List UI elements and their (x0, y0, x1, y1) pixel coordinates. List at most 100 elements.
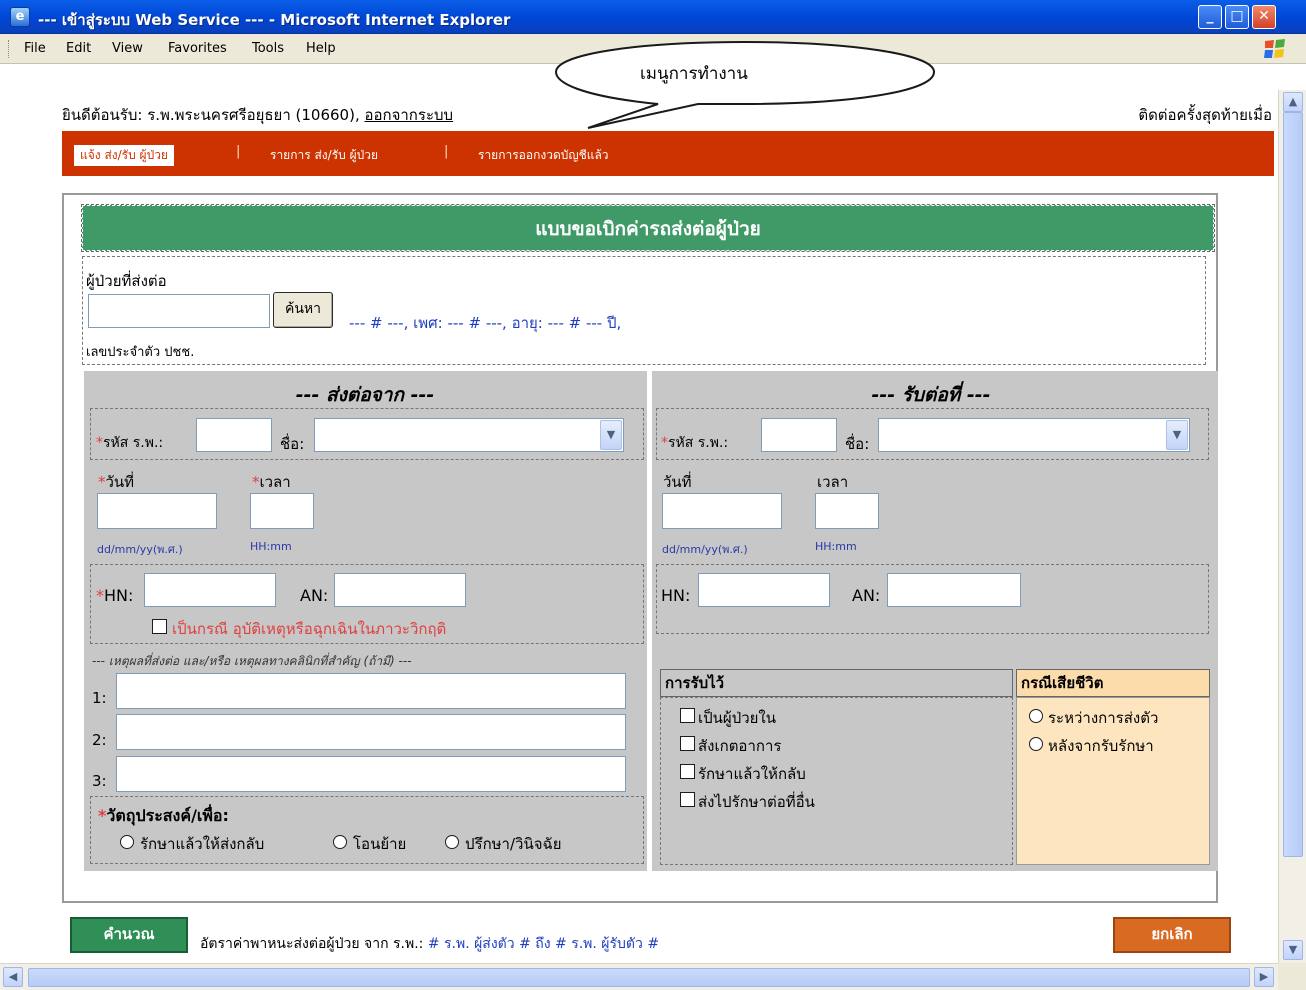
to-an-input[interactable] (887, 573, 1021, 607)
nav-separator: | (444, 144, 449, 159)
to-an-label: AN: (852, 586, 881, 605)
cancel-button[interactable]: ยกเลิก (1113, 917, 1231, 953)
from-hospital-name-label: ชื่อ: (280, 435, 305, 453)
to-hn-input[interactable] (698, 573, 830, 607)
from-an-input[interactable] (334, 573, 466, 607)
admission-option-refer-on: ส่งไปรักษาต่อที่อื่น (698, 793, 815, 811)
menu-edit[interactable]: Edit (66, 41, 91, 56)
scroll-up-icon[interactable]: ▲ (1283, 92, 1303, 112)
from-time-hint: HH:mm (250, 540, 292, 553)
purpose-radio-consult[interactable] (445, 835, 459, 849)
death-radio-during-transfer[interactable] (1029, 709, 1043, 723)
scroll-down-icon[interactable]: ▼ (1283, 940, 1303, 960)
nav-closed-accounts[interactable]: รายการออกงวดบัญชีแล้ว (478, 146, 609, 165)
reason-number-1: 1: (92, 689, 107, 707)
to-hospital-name-label: ชื่อ: (845, 435, 870, 453)
from-time-label: *เวลา (252, 470, 291, 494)
minimize-button[interactable]: _ (1198, 5, 1222, 29)
to-date-label: วันที่ (663, 473, 692, 491)
from-an-label: AN: (300, 586, 329, 605)
admission-option-observe: สังเกตอาการ (698, 737, 782, 755)
close-button[interactable]: ✕ (1252, 5, 1276, 29)
search-button[interactable]: ค้นหา (273, 292, 333, 328)
admission-header: การรับไว้ (660, 669, 1013, 697)
menu-file[interactable]: File (24, 41, 46, 56)
welcome-text: ยินดีต้อนรับ: ร.พ.พระนครศรีอยุธยา (10660… (62, 103, 453, 127)
to-hospital-code-input[interactable] (761, 418, 837, 452)
maximize-button[interactable]: □ (1225, 5, 1249, 29)
calculate-button[interactable]: คำนวณ (70, 917, 188, 953)
from-hospital-code-input[interactable] (196, 418, 272, 452)
toolbar-grip (8, 40, 11, 58)
menu-view[interactable]: View (112, 41, 143, 56)
to-hospital-code-text: รหัส ร.พ.: (668, 435, 729, 451)
required-mark: * (96, 435, 103, 451)
nav-bar: แจ้ง ส่ง/รับ ผู้ป่วย | รายการ ส่ง/รับ ผู… (62, 131, 1274, 176)
logout-link[interactable]: ออกจากระบบ (365, 106, 454, 124)
window-titlebar: e --- เข้าสู่ระบบ Web Service --- - Micr… (0, 0, 1306, 34)
admission-checkbox-refer-on[interactable] (680, 792, 695, 807)
admission-checkbox-discharge[interactable] (680, 764, 695, 779)
menu-tools[interactable]: Tools (252, 41, 284, 56)
emergency-label: เป็นกรณี อุบัติเหตุหรือฉุกเฉินในภาวะวิกฤ… (172, 620, 447, 638)
purpose-option-consult: ปรึกษา/วินิจฉัย (465, 835, 562, 853)
death-radio-after-treatment[interactable] (1029, 737, 1043, 751)
vertical-scroll-thumb[interactable] (1283, 112, 1303, 857)
citizen-id-label: เลขประจำตัว ปชช. (86, 345, 195, 360)
scroll-left-icon[interactable]: ◀ (3, 967, 23, 987)
from-date-input[interactable] (97, 493, 217, 529)
chevron-down-icon[interactable]: ▼ (1166, 420, 1188, 450)
from-hospital-code-label: *รหัส ร.พ.: (96, 432, 163, 454)
last-login-text: ติดต่อครั้งสุดท้ายเมื่อ (1138, 106, 1272, 124)
admission-checkbox-observe[interactable] (680, 736, 695, 751)
to-date-hint: dd/mm/yy(พ.ศ.) (662, 543, 748, 556)
reason-input-2[interactable] (116, 714, 626, 750)
windows-logo-icon (1264, 39, 1285, 58)
nav-separator: | (236, 144, 241, 159)
from-time-input[interactable] (250, 493, 314, 529)
to-time-label: เวลา (817, 473, 849, 491)
purpose-label: *วัตถุประสงค์/เพื่อ: (98, 804, 229, 829)
from-hn-input[interactable] (144, 573, 276, 607)
to-time-hint: HH:mm (815, 540, 857, 553)
from-hospital-code-text: รหัส ร.พ.: (103, 435, 164, 451)
chevron-down-icon[interactable]: ▼ (600, 420, 622, 450)
emergency-checkbox[interactable] (152, 619, 167, 634)
death-option-after-treatment: หลังจากรับรักษา (1048, 737, 1154, 755)
purpose-text: วัตถุประสงค์/เพื่อ: (106, 806, 229, 825)
scroll-right-icon[interactable]: ▶ (1254, 967, 1274, 987)
to-time-input[interactable] (815, 493, 879, 529)
vertical-scrollbar[interactable]: ▲ ▼ (1278, 90, 1306, 963)
required-mark: * (96, 586, 104, 605)
admission-checkbox-inpatient[interactable] (680, 708, 695, 723)
reason-input-1[interactable] (116, 673, 626, 709)
to-date-input[interactable] (662, 493, 782, 529)
to-section-title: --- รับต่อที่ --- (871, 384, 991, 406)
from-time-text: เวลา (259, 473, 291, 491)
from-date-text: วันที่ (105, 473, 135, 491)
horizontal-scrollbar[interactable]: ◀ ▶ (0, 963, 1278, 990)
from-date-hint: dd/mm/yy(พ.ศ.) (97, 543, 183, 556)
reason-input-3[interactable] (116, 756, 626, 792)
death-header: กรณีเสียชีวิต (1016, 669, 1210, 697)
purpose-option-return: รักษาแล้วให้ส่งกลับ (140, 835, 265, 853)
from-hospital-select[interactable]: ▼ (314, 418, 624, 452)
to-hospital-select[interactable]: ▼ (878, 418, 1190, 452)
nav-patient-list[interactable]: รายการ ส่ง/รับ ผู้ป่วย (270, 146, 378, 165)
rate-value: # ร.พ. ผู้ส่งตัว # ถึง # ร.พ. ผู้รับตัว … (427, 936, 660, 952)
patient-id-input[interactable] (88, 294, 270, 328)
patient-label: ผู้ป่วยที่ส่งต่อ (86, 272, 167, 290)
to-hospital-code-label: *รหัส ร.พ.: (661, 432, 728, 454)
from-hn-label: *HN: (96, 586, 133, 605)
nav-notify-patient[interactable]: แจ้ง ส่ง/รับ ผู้ป่วย (74, 145, 174, 166)
purpose-radio-transfer[interactable] (333, 835, 347, 849)
from-hn-text: HN: (104, 586, 134, 605)
menu-help[interactable]: Help (306, 41, 336, 56)
purpose-radio-return[interactable] (120, 835, 134, 849)
reason-number-3: 3: (92, 772, 107, 790)
required-mark: * (98, 473, 106, 491)
horizontal-scroll-thumb[interactable] (28, 968, 1250, 987)
menu-favorites[interactable]: Favorites (168, 41, 227, 56)
admission-option-discharge: รักษาแล้วให้กลับ (698, 765, 806, 783)
rate-text: อัตราค่าพาหนะส่งต่อผู้ป่วย จาก ร.พ.: # ร… (200, 933, 659, 955)
